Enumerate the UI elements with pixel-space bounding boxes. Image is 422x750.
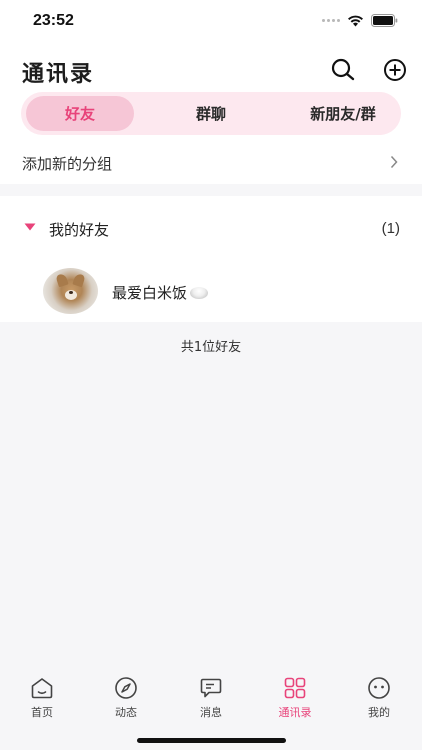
friends-section: 我的好友 (1) 最爱白米饭 [0, 196, 422, 322]
grid-icon [284, 677, 306, 699]
home-indicator [137, 738, 286, 743]
message-icon [200, 678, 222, 698]
signal-icon [322, 19, 340, 22]
home-icon [31, 678, 53, 699]
plus-circle-icon [384, 59, 406, 81]
tabbar-me[interactable]: 我的 [337, 676, 421, 720]
friend-name: 最爱白米饭 [112, 282, 209, 303]
tabbar-home-label: 首页 [31, 706, 53, 719]
tabbar-moments[interactable]: 动态 [84, 676, 168, 720]
friend-total: 共1位好友 [180, 340, 242, 355]
status-time: 23:52 [33, 12, 74, 29]
friend-group-count: (1) [381, 220, 400, 237]
smiley-icon [368, 677, 390, 699]
friend-group-name: 我的好友 [49, 221, 110, 239]
avatar [43, 268, 98, 314]
tabbar-moments-label: 动态 [115, 706, 137, 719]
tab-new-friends[interactable]: 新朋友/群 [289, 96, 397, 131]
tabbar-contacts[interactable]: 通讯录 [253, 676, 337, 720]
status-icons [322, 14, 398, 27]
friend-group-header[interactable]: 我的好友 (1) [0, 196, 422, 260]
tabbar-messages-label: 消息 [200, 706, 222, 719]
tabbar-messages[interactable]: 消息 [169, 676, 253, 720]
segmented-tabs: 好友 群聊 新朋友/群 [21, 92, 401, 135]
tabbar-me-label: 我的 [368, 706, 390, 719]
friend-row[interactable]: 最爱白米饭 [0, 268, 422, 316]
add-group-row[interactable]: 添加新的分组 [0, 142, 422, 184]
triangle-down-icon [24, 223, 36, 231]
tab-groups[interactable]: 群聊 [157, 96, 265, 131]
tabbar-contacts-label: 通讯录 [278, 706, 312, 719]
page-title: 通讯录 [22, 61, 95, 87]
add-button[interactable] [381, 56, 409, 84]
tabbar-home[interactable]: 首页 [0, 676, 84, 720]
chevron-right-icon [390, 155, 398, 169]
status-bar: 23:52 [0, 0, 422, 44]
battery-icon [371, 14, 398, 27]
search-button[interactable] [330, 56, 358, 84]
compass-icon [115, 677, 137, 699]
add-group-label: 添加新的分组 [22, 154, 113, 173]
search-icon [331, 58, 355, 81]
tab-friends[interactable]: 好友 [26, 96, 134, 131]
rice-icon [190, 286, 209, 299]
friend-name-text: 最爱白米饭 [112, 284, 188, 302]
header: 通讯录 好友 群聊 新朋友/群 添加新的分组 [0, 44, 422, 184]
wifi-icon [348, 15, 363, 26]
